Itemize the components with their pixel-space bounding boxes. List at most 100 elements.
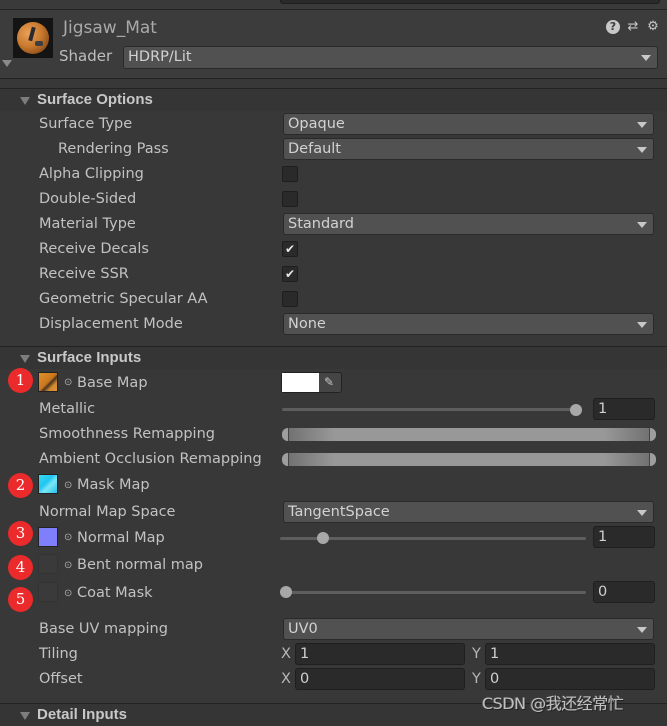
annotation-badge: 2: [8, 473, 33, 498]
help-icon[interactable]: ?: [606, 20, 620, 34]
base-uv-mapping-dropdown[interactable]: UV0: [283, 618, 654, 640]
min-handle[interactable]: [282, 428, 289, 441]
chevron-down-icon: [637, 510, 647, 516]
label-geometric-specular-aa: Geometric Specular AA: [39, 291, 208, 307]
rendering-pass-dropdown[interactable]: Default: [283, 138, 654, 160]
max-handle[interactable]: [649, 453, 656, 466]
label-surface-type: Surface Type: [39, 116, 133, 132]
double-sided-checkbox[interactable]: [282, 191, 298, 207]
shader-value: HDRP/Lit: [128, 49, 192, 65]
surface-type-dropdown[interactable]: Opaque: [283, 113, 654, 135]
chevron-down-icon: [637, 222, 647, 228]
coat-mask-slider-track[interactable]: [280, 591, 586, 594]
field-value: 1: [300, 646, 310, 662]
object-picker-icon[interactable]: ⊙: [64, 532, 72, 543]
label-coat-mask: Coat Mask: [77, 585, 153, 601]
label-receive-decals: Receive Decals: [39, 241, 149, 257]
receive-ssr-checkbox[interactable]: ✔: [282, 266, 298, 282]
watermark: CSDN @我还经常忙: [482, 694, 624, 713]
bent-normal-map-texture-slot[interactable]: [38, 554, 58, 574]
top-field-edge: [280, 0, 660, 4]
settings-gear-icon[interactable]: ⚙: [646, 20, 660, 34]
checkmark-icon: ✔: [284, 267, 296, 281]
metallic-slider-knob[interactable]: [570, 404, 582, 416]
dropdown-value: None: [288, 316, 326, 332]
material-type-dropdown[interactable]: Standard: [283, 213, 654, 235]
dropdown-value: Opaque: [288, 116, 345, 132]
tiling-y-field[interactable]: 1: [485, 643, 655, 665]
tiling-x-label[interactable]: X: [281, 646, 291, 662]
base-color-field[interactable]: ✎: [281, 372, 342, 393]
section-title: Surface Inputs: [37, 349, 142, 366]
shader-label: Shader: [59, 47, 113, 65]
section-surface-options[interactable]: Surface Options: [0, 88, 667, 111]
label-normal-map-space: Normal Map Space: [39, 504, 176, 520]
label-material-type: Material Type: [39, 216, 136, 232]
dropdown-value: TangentSpace: [288, 504, 390, 520]
normal-scale-slider-knob[interactable]: [316, 532, 329, 544]
offset-x-field[interactable]: 0: [295, 668, 465, 690]
normal-map-space-dropdown[interactable]: TangentSpace: [283, 501, 654, 523]
offset-y-label[interactable]: Y: [472, 671, 481, 687]
label-offset: Offset: [39, 671, 83, 687]
object-picker-icon[interactable]: ⊙: [64, 560, 72, 571]
material-preview-thumbnail[interactable]: [13, 18, 53, 58]
receive-decals-checkbox[interactable]: ✔: [282, 241, 298, 257]
normal-scale-value-field[interactable]: 1: [593, 526, 655, 548]
chevron-down-icon: [637, 322, 647, 328]
min-handle[interactable]: [282, 453, 289, 466]
field-value: 0: [300, 671, 310, 687]
metallic-slider-track[interactable]: [282, 408, 582, 411]
section-title: Detail Inputs: [37, 706, 128, 723]
alpha-clipping-checkbox[interactable]: [282, 166, 298, 182]
ao-remapping-minmax-slider[interactable]: [282, 453, 656, 466]
object-picker-icon[interactable]: ⊙: [64, 588, 72, 599]
field-value: 1: [490, 646, 500, 662]
dropdown-value: Standard: [288, 216, 354, 232]
label-base-uv-mapping: Base UV mapping: [39, 621, 168, 637]
base-map-texture-slot[interactable]: [38, 372, 58, 392]
color-swatch[interactable]: [282, 373, 319, 392]
mask-map-texture-slot[interactable]: [38, 474, 58, 494]
label-double-sided: Double-Sided: [39, 191, 137, 207]
chevron-down-icon: [637, 627, 647, 633]
displacement-mode-dropdown[interactable]: None: [283, 313, 654, 335]
normal-map-texture-slot[interactable]: [38, 527, 58, 547]
presets-icon[interactable]: ⇄: [626, 20, 640, 34]
smoothness-remapping-minmax-slider[interactable]: [282, 428, 656, 441]
label-metallic: Metallic: [39, 401, 96, 417]
annotation-badge: 1: [8, 368, 33, 393]
object-picker-icon[interactable]: ⊙: [64, 480, 72, 491]
offset-y-field[interactable]: 0: [485, 668, 655, 690]
section-title: Surface Options: [37, 91, 153, 108]
header-icons: ? ⇄ ⚙: [606, 20, 660, 34]
field-value: 1: [598, 401, 608, 417]
annotation-badge: 5: [8, 587, 33, 612]
foldout-arrow-icon: [20, 355, 30, 363]
metallic-value-field[interactable]: 1: [593, 398, 655, 420]
foldout-arrow-icon: [20, 97, 30, 105]
geometric-specular-aa-checkbox[interactable]: [282, 291, 298, 307]
tiling-y-label[interactable]: Y: [472, 646, 481, 662]
dropdown-value: UV0: [288, 621, 318, 637]
label-mask-map: Mask Map: [77, 477, 150, 493]
coat-mask-texture-slot[interactable]: [38, 582, 58, 602]
checkmark-icon: ✔: [284, 242, 296, 256]
eyedropper-icon[interactable]: ✎: [324, 375, 334, 389]
field-value: 0: [598, 584, 608, 600]
shader-dropdown[interactable]: HDRP/Lit: [123, 46, 658, 69]
coat-mask-value-field[interactable]: 0: [593, 581, 655, 603]
chevron-down-icon: [641, 55, 651, 61]
object-picker-icon[interactable]: ⊙: [64, 377, 72, 388]
offset-x-label[interactable]: X: [281, 671, 291, 687]
label-displacement-mode: Displacement Mode: [39, 316, 183, 332]
tiling-x-field[interactable]: 1: [295, 643, 465, 665]
label-base-map: Base Map: [77, 375, 148, 391]
material-sphere-icon: [17, 22, 49, 54]
coat-mask-slider-knob[interactable]: [280, 586, 292, 598]
label-tiling: Tiling: [39, 646, 78, 662]
header-foldout-arrow-icon[interactable]: [2, 60, 12, 67]
max-handle[interactable]: [649, 428, 656, 441]
section-surface-inputs[interactable]: Surface Inputs: [0, 346, 667, 369]
label-alpha-clipping: Alpha Clipping: [39, 166, 144, 182]
